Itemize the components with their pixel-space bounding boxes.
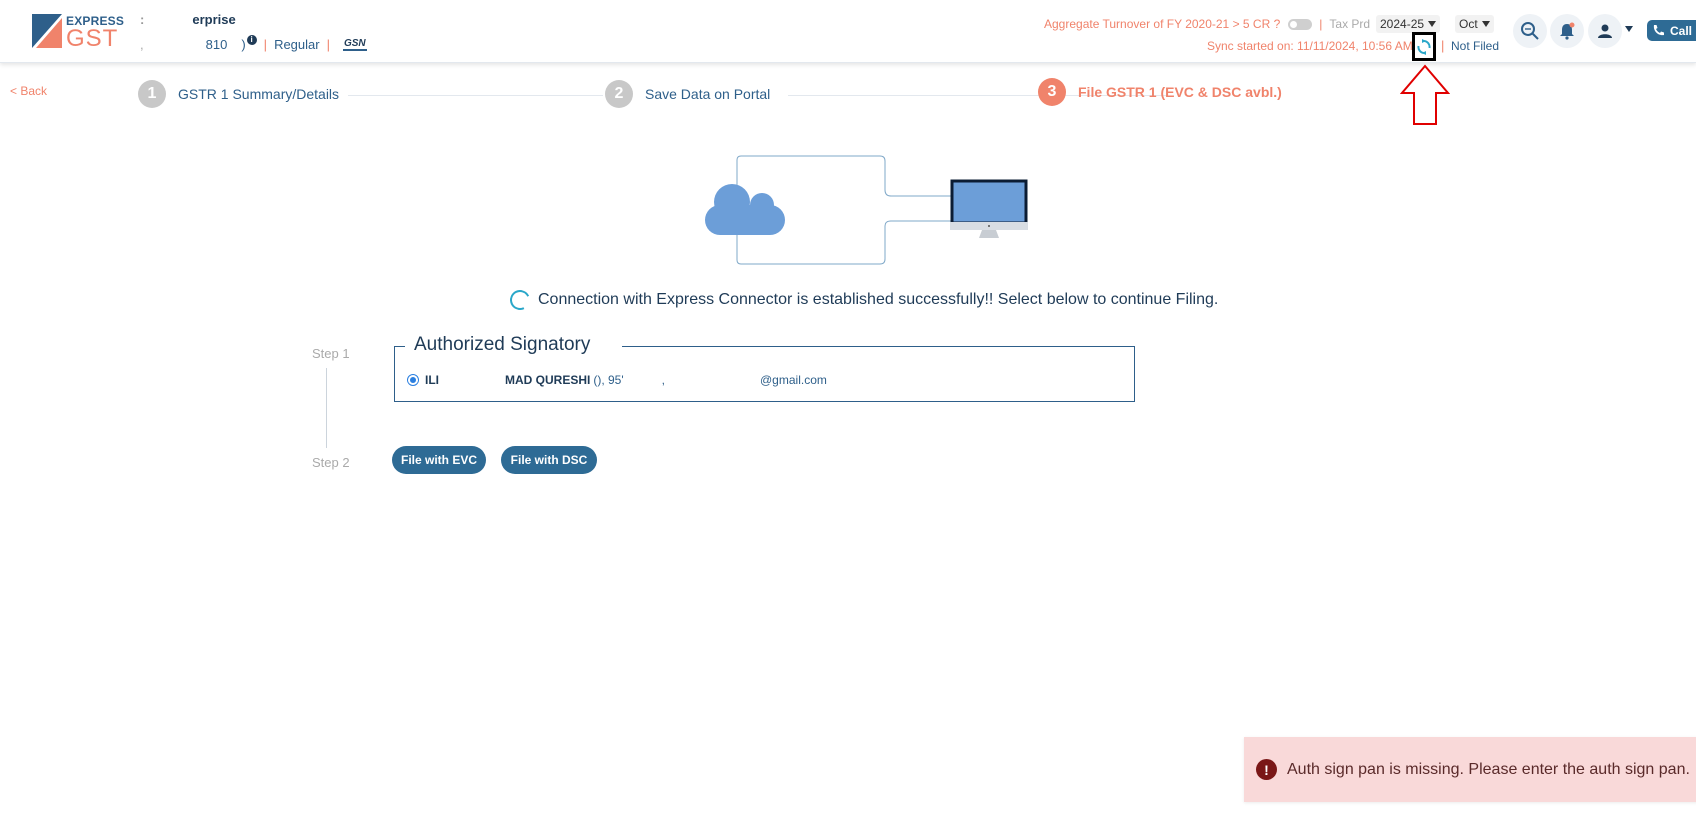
divider: | <box>1441 38 1445 53</box>
file-with-dsc-button[interactable]: File with DSC <box>501 446 597 474</box>
company-name-prefix: : <box>140 12 145 27</box>
logo-mark-icon <box>32 14 62 48</box>
call-button[interactable]: Call <box>1647 20 1696 41</box>
filing-stepper: 1 GSTR 1 Summary/Details 2 Save Data on … <box>138 78 1288 110</box>
search-icon <box>1521 22 1539 40</box>
divider: | <box>1319 17 1323 31</box>
filing-status: Not Filed <box>1451 39 1500 53</box>
bell-icon <box>1560 22 1575 40</box>
sync-status: Sync started on: 11/11/2024, 10:56 AM <box>1207 39 1413 53</box>
signatory-name-part2: MAD QURESHI <box>505 373 591 387</box>
taxpayer-type: Regular <box>274 37 320 52</box>
step-gstr1-summary[interactable]: 1 GSTR 1 Summary/Details <box>138 80 339 108</box>
stepper-connector <box>348 95 603 96</box>
chevron-down-icon[interactable] <box>1625 26 1633 32</box>
month-select-value: Oct <box>1459 17 1478 31</box>
year-select[interactable]: 2024-25 <box>1376 15 1441 33</box>
divider: | <box>263 37 268 52</box>
step-label: Save Data on Portal <box>645 86 771 102</box>
step-number: 3 <box>1038 78 1066 106</box>
logo-text-gst: GST <box>66 25 119 52</box>
step-connector-line <box>326 368 327 448</box>
signatory-details: (), 95' <box>593 373 624 387</box>
refresh-icon <box>1417 38 1431 55</box>
divider: | <box>326 37 330 52</box>
gst-portal-icon[interactable]: GSN <box>342 38 367 51</box>
chevron-down-icon <box>1481 21 1490 27</box>
info-icon[interactable]: i <box>246 34 257 45</box>
signatory-details-sep: , <box>661 373 665 387</box>
signatory-option[interactable]: ILI MAD QURESHI (), 95' , @gmail.com <box>407 373 827 387</box>
search-button[interactable] <box>1513 14 1547 48</box>
back-link[interactable]: < Back <box>10 84 47 98</box>
connector-illustration <box>705 155 1028 265</box>
radio-selected-dot <box>410 377 416 383</box>
signatory-email: @gmail.com <box>760 373 827 387</box>
error-toast-message: Auth sign pan is missing. Please enter t… <box>1287 760 1690 778</box>
step-number: 2 <box>605 80 633 108</box>
top-header: EXPRESS GST : erprise , 810 ) i | Regular… <box>0 0 1696 63</box>
turnover-question: Aggregate Turnover of FY 2020-21 > 5 CR … <box>1044 17 1370 31</box>
tax-period-label: Tax Prd <box>1329 17 1371 31</box>
turnover-toggle[interactable] <box>1288 18 1313 30</box>
company-name: : erprise <box>140 12 236 27</box>
fieldset-border <box>622 346 1134 347</box>
gstin-number: 810 <box>205 37 228 52</box>
gstin-tail: ) <box>241 37 246 52</box>
connection-message-text: Connection with Express Connector is est… <box>538 291 1219 308</box>
notifications-button[interactable] <box>1550 14 1584 48</box>
user-menu-button[interactable] <box>1588 14 1622 48</box>
express-gst-logo[interactable]: EXPRESS GST <box>32 12 124 52</box>
authorized-signatory-box: Authorized Signatory ILI MAD QURESHI (),… <box>394 334 1135 402</box>
connection-message: Connection with Express Connector is est… <box>507 287 1219 313</box>
monitor-icon <box>950 179 1028 238</box>
chevron-down-icon <box>1428 21 1437 27</box>
gstin-row: , 810 ) i | Regular | GSN <box>140 34 367 52</box>
company-name-text: erprise <box>192 12 236 27</box>
month-select[interactable]: Oct <box>1455 15 1494 33</box>
signatory-name-part1: ILI <box>425 373 439 387</box>
error-toast[interactable]: ! Auth sign pan is missing. Please enter… <box>1244 737 1696 802</box>
step-label: GSTR 1 Summary/Details <box>178 86 340 102</box>
step-label: File GSTR 1 (EVC & DSC avbl.) <box>1078 84 1282 100</box>
step-number: 1 <box>138 80 166 108</box>
turnover-text: Aggregate Turnover of FY 2020-21 > 5 CR … <box>1044 17 1281 31</box>
step-file-gstr1[interactable]: 3 File GSTR 1 (EVC & DSC avbl.) <box>1038 78 1282 106</box>
signatory-radio[interactable] <box>407 374 419 386</box>
app-root: EXPRESS GST : erprise , 810 ) i | Regular… <box>0 0 1696 818</box>
authorized-signatory-title: Authorized Signatory <box>412 334 593 356</box>
file-with-evc-button[interactable]: File with EVC <box>392 446 486 474</box>
fieldset-border <box>395 346 405 347</box>
step1-label: Step 1 <box>312 346 350 361</box>
cloud-icon <box>705 184 785 235</box>
year-select-value: 2024-25 <box>1380 17 1425 31</box>
step-save-portal[interactable]: 2 Save Data on Portal <box>605 80 770 108</box>
gstin-prefix: , <box>140 37 144 52</box>
phone-icon <box>1653 25 1664 36</box>
loading-spinner-icon <box>507 287 533 313</box>
annotation-arrow-icon <box>1400 64 1450 125</box>
step2-label: Step 2 <box>312 455 350 470</box>
sync-button[interactable] <box>1412 32 1436 61</box>
user-icon <box>1598 24 1612 38</box>
alert-icon: ! <box>1256 759 1277 780</box>
call-label: Call <box>1670 23 1693 38</box>
